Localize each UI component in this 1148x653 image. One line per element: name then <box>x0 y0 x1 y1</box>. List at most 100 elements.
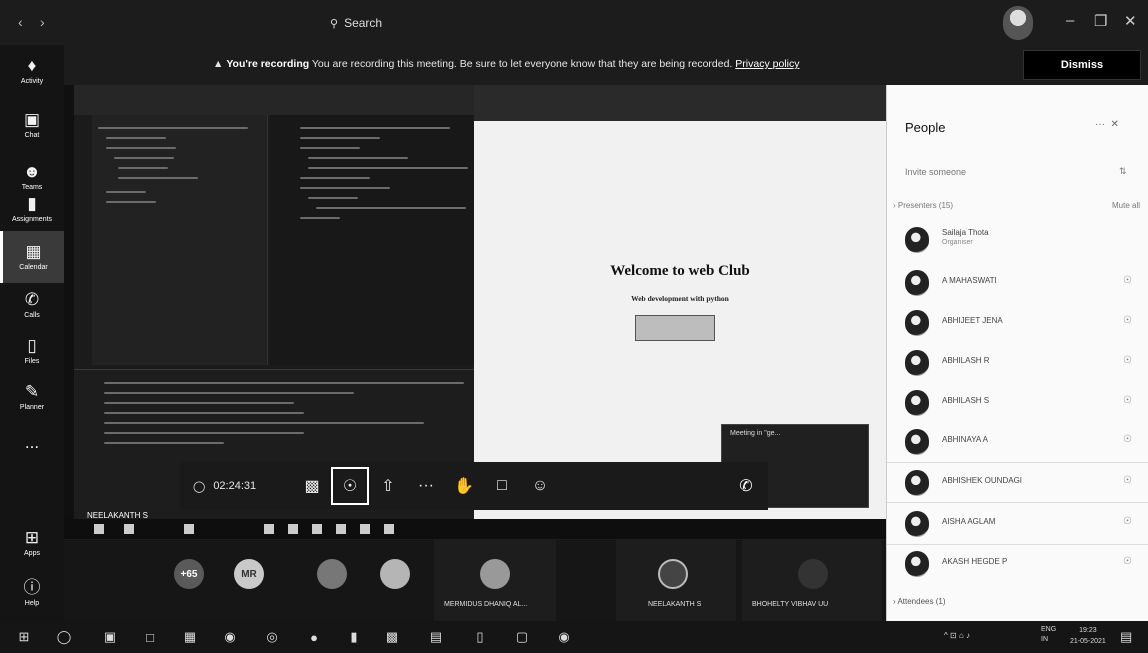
presenters-label: Presenters (15) <box>897 201 954 210</box>
notification-icon[interactable]: ▤ <box>1120 629 1132 645</box>
appbar-planner[interactable]: ✎ Planner <box>0 371 64 423</box>
hand-icon: ✋ <box>454 478 474 495</box>
page-heading: Welcome to web Club <box>610 263 750 279</box>
pycharm-icon[interactable]: ▩ <box>384 629 400 645</box>
hang-up-button[interactable]: ✆ <box>724 462 768 510</box>
file-icon: ▯ <box>27 336 37 355</box>
camera-button[interactable]: ▩ <box>293 467 331 505</box>
app-icon[interactable]: ▯ <box>472 629 488 645</box>
search-icon: ⚲ <box>330 17 339 30</box>
app-icon[interactable]: ◉ <box>556 629 572 645</box>
bell-icon: ♦ <box>27 56 37 75</box>
dismiss-button[interactable]: Dismiss <box>1023 50 1141 80</box>
participant-row[interactable]: ABHILASH S ☉ <box>887 385 1148 425</box>
divider <box>887 462 1148 463</box>
more-icon: ··· <box>418 477 434 494</box>
overflow-count[interactable]: +65 <box>174 559 204 589</box>
avatar[interactable]: MR <box>234 559 264 589</box>
task-view-icon[interactable]: ◯ <box>56 629 72 645</box>
appbar-help[interactable]: ⓘ Help <box>0 567 64 619</box>
appbar-calendar[interactable]: ▦ Calendar <box>0 231 64 283</box>
chrome-icon[interactable]: ◉ <box>222 629 238 645</box>
mic-button[interactable]: ☉ <box>331 467 369 505</box>
share-button[interactable]: ⇧ <box>369 467 407 505</box>
app-icon[interactable]: ● <box>306 629 322 645</box>
page-button[interactable] <box>635 315 715 341</box>
clock-date: 21-05-2021 <box>1070 638 1106 645</box>
appbar-chat[interactable]: ▣ Chat <box>0 99 64 151</box>
avatar[interactable] <box>380 559 410 589</box>
participant-row[interactable]: ABHIJEET JENA ☉ <box>887 305 1148 345</box>
avatar <box>905 270 929 296</box>
invite-input[interactable] <box>905 161 1115 183</box>
participant-strip: +65 MR MERMIDUS DHANIQ AL... NEELAKANTH … <box>64 540 886 621</box>
presenters-header[interactable]: › Presenters (15) <box>893 201 1143 210</box>
participant-name: ABHINAYA A <box>942 435 988 444</box>
more-actions-button[interactable]: ··· <box>407 467 445 505</box>
participant-row[interactable]: Sailaja Thota Organiser <box>887 222 1148 262</box>
teams-icon[interactable]: ▮ <box>346 629 362 645</box>
appbar-activity[interactable]: ♦ Activity <box>0 45 64 97</box>
attendees-header[interactable]: › Attendees (1) <box>893 597 945 606</box>
avatar[interactable] <box>317 559 347 589</box>
appbar-files[interactable]: ▯ Files <box>0 325 64 377</box>
windows-taskbar: ⊞ ◯ ▣ □ ▦ ◉ ◎ ● ▮ ▩ ▤ ▯ ▢ ◉ ^ ⊡ ⌂ ♪ ENG … <box>0 621 1148 653</box>
mute-all-button[interactable]: Mute all <box>1112 201 1140 210</box>
appbar-more[interactable]: ... <box>0 417 64 469</box>
avatar <box>658 559 688 589</box>
explorer-icon[interactable]: ▦ <box>182 629 198 645</box>
participant-role: Organiser <box>942 239 973 246</box>
app-icon[interactable]: ▢ <box>514 629 530 645</box>
mic-muted-icon: ☉ <box>1123 275 1132 286</box>
start-icon[interactable]: ⊞ <box>16 629 32 645</box>
store-icon[interactable]: ▣ <box>102 629 118 645</box>
participant-tile[interactable]: NEELAKANTH S <box>616 540 736 621</box>
participant-tile[interactable]: MERMIDUS DHANIQ AL... <box>434 540 556 621</box>
participant-row[interactable]: AKASH HEGDE P ☉ <box>887 546 1148 586</box>
share-invite-icon[interactable]: ⇅ <box>1119 166 1127 177</box>
appbar-apps[interactable]: ⊞ Apps <box>0 517 64 569</box>
forward-button[interactable]: › <box>40 14 45 30</box>
app-icon[interactable]: ◎ <box>264 629 280 645</box>
appbar-label: Planner <box>19 404 45 411</box>
participant-name: A MAHASWATI <box>942 276 997 285</box>
appbar-label: Calendar <box>19 264 48 271</box>
appbar-label: Calls <box>24 312 40 319</box>
participant-row[interactable]: AISHA AGLAM ☉ <box>887 506 1148 546</box>
privacy-policy-link[interactable]: Privacy policy <box>735 58 799 70</box>
minimize-button[interactable]: – <box>1066 12 1074 29</box>
panel-actions[interactable]: ··· ✕ <box>1095 119 1119 130</box>
clock[interactable]: 19:23 21-05-2021 <box>1070 625 1106 647</box>
mic-muted-icon: ☉ <box>1123 395 1132 406</box>
participant-row[interactable]: ABHILASH R ☉ <box>887 345 1148 385</box>
participants-button[interactable]: ☺ <box>521 467 559 505</box>
recording-banner: ▲ You're recording You are recording thi… <box>0 45 1148 85</box>
teams-window: ‹ › ⚲ Search – ❐ ✕ ▲ You're recording Yo… <box>0 0 1148 653</box>
app-icon[interactable]: □ <box>142 629 158 645</box>
ide-project-tree <box>92 115 268 365</box>
app-icon[interactable]: ▤ <box>428 629 444 645</box>
search-box[interactable]: ⚲ Search <box>330 12 710 34</box>
avatar[interactable] <box>1003 6 1033 40</box>
back-button[interactable]: ‹ <box>18 14 23 30</box>
assignments-icon: ▮ <box>27 194 37 213</box>
appbar-calls[interactable]: ✆ Calls <box>0 279 64 331</box>
shared-taskbar-strip <box>64 519 886 539</box>
participant-name: NEELAKANTH S <box>648 601 702 608</box>
avatar <box>798 559 828 589</box>
raise-hand-button[interactable]: ✋ <box>445 467 483 505</box>
appbar-assignments[interactable]: ▮ Assignments <box>0 183 64 235</box>
participant-tile[interactable]: BHOHELTY VIBHAV UU <box>742 540 882 621</box>
participant-row[interactable]: ABHISHEK OUNDAGI ☉ <box>887 465 1148 505</box>
close-button[interactable]: ✕ <box>1124 12 1137 30</box>
participant-row[interactable]: A MAHASWATI ☉ <box>887 265 1148 305</box>
system-tray[interactable]: ^ ⊡ ⌂ ♪ <box>944 631 970 640</box>
avatar <box>905 310 929 336</box>
chat-button[interactable]: □ <box>483 467 521 505</box>
language-indicator[interactable]: ENG IN <box>1041 625 1056 645</box>
restore-button[interactable]: ❐ <box>1094 12 1107 30</box>
ide-window <box>74 85 476 525</box>
chat-icon: □ <box>497 477 507 494</box>
browser-toolbar <box>474 85 886 121</box>
participant-row[interactable]: ABHINAYA A ☉ <box>887 424 1148 464</box>
